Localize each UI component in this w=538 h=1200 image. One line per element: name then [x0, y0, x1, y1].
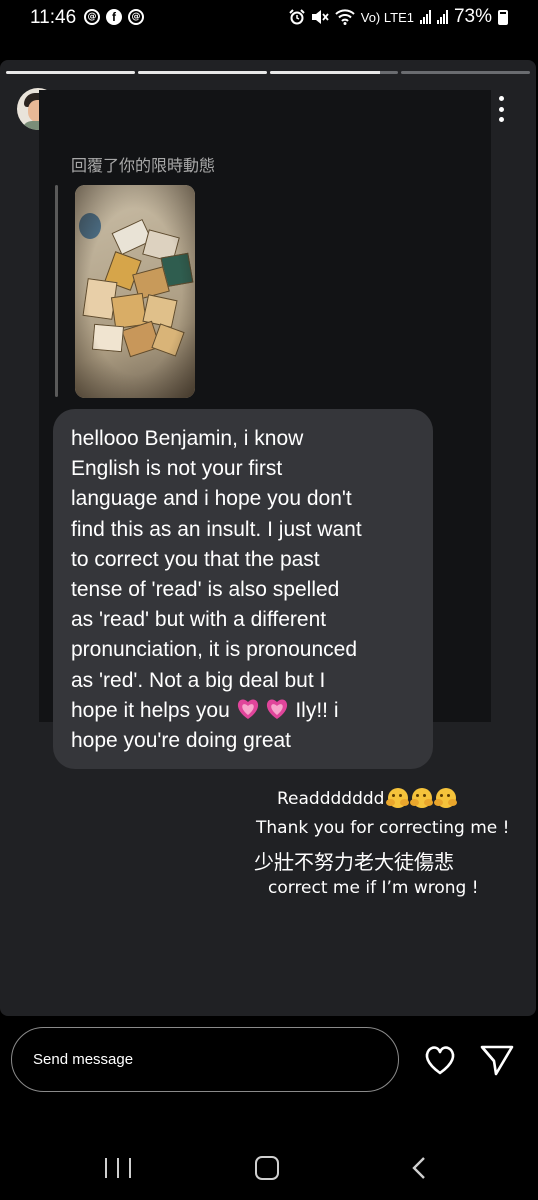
handwritten-line: Readdddddd [277, 788, 457, 809]
clock: 11:46 [30, 7, 77, 28]
signal-icon [436, 10, 448, 24]
handwritten-line: Thank you for correcting me ! [256, 818, 510, 838]
message-line: hope you're doing great [71, 729, 292, 753]
reply-label: 回覆了你的限時動態 [71, 156, 216, 175]
heart-emoji-icon [237, 699, 258, 719]
message-line: tense of 'read' is also spelled [71, 578, 340, 602]
home-button[interactable] [255, 1150, 279, 1186]
handwritten-line: correct me if I’m wrong ! [268, 878, 479, 898]
message-line: hellooo Benjamin, i know [71, 427, 304, 450]
notification-icons: @ f @ [84, 9, 144, 25]
network-label: Vo) LTE1 [360, 9, 414, 25]
signal-icon [419, 10, 431, 24]
handwritten-line: 少壯不努力老大徒傷悲 [254, 850, 454, 874]
reply-message-text: hellooo Benjamin, i know English is not … [71, 424, 431, 756]
message-line: find this as an insult. I just want [71, 517, 362, 541]
back-button[interactable] [410, 1150, 430, 1186]
message-line: language and i hope you don't [71, 487, 352, 511]
story-thumbnail[interactable] [75, 185, 195, 398]
send-message-placeholder: Send message [33, 1051, 134, 1068]
message-line-part: hope it helps you [71, 698, 230, 722]
share-send-icon[interactable] [479, 1043, 515, 1077]
heart-emoji-icon [267, 699, 288, 719]
reply-quote-line [55, 185, 58, 397]
hugging-emoji-icon [410, 788, 433, 808]
handwritten-text: Readdddddd [277, 789, 385, 809]
recent-apps-button[interactable] [105, 1150, 131, 1186]
hugging-emoji-icon [434, 788, 457, 808]
system-icons: Vo) LTE1 73% [289, 6, 508, 28]
wifi-icon [335, 9, 355, 25]
more-options-icon[interactable] [491, 94, 511, 124]
alarm-icon [289, 9, 305, 25]
status-bar: 11:46 @ f @ Vo) LTE1 73% [0, 0, 538, 40]
battery-percent: 73% [453, 6, 492, 27]
message-line: English is not your first [71, 457, 283, 481]
mute-icon [311, 10, 329, 24]
battery-icon [498, 9, 508, 25]
threads-icon: @ [84, 9, 100, 25]
message-line: hope it helps you Ily!! i [71, 696, 431, 726]
progress-segment [137, 71, 267, 74]
message-line: to correct you that the past [71, 547, 320, 571]
progress-segment [269, 71, 399, 74]
message-line: pronunciation, it is pronounced [71, 638, 358, 662]
story-progress [6, 71, 530, 74]
message-line: as 'read' but with a different [71, 608, 327, 632]
message-line-part: Ily!! i [295, 698, 339, 722]
threads-icon: @ [128, 9, 144, 25]
message-line: as 'red'. Not a big deal but I [71, 668, 326, 692]
like-heart-icon[interactable] [423, 1043, 457, 1077]
facebook-icon: f [106, 9, 122, 25]
hugging-emoji-icon [386, 788, 409, 808]
progress-segment [6, 71, 135, 74]
progress-segment [401, 71, 530, 74]
